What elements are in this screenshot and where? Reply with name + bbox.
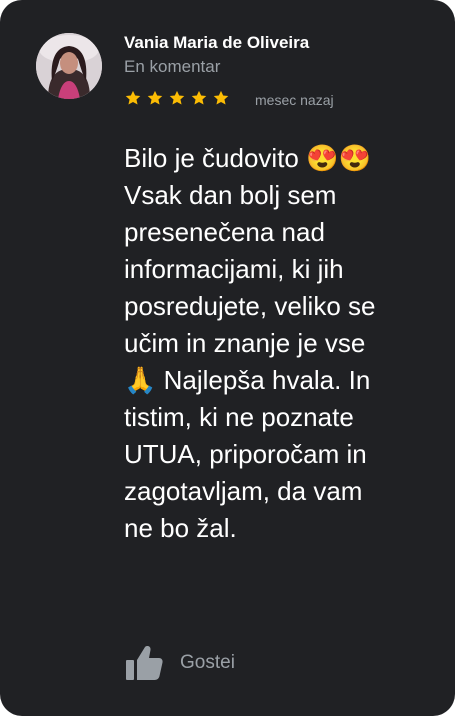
avatar-photo bbox=[36, 33, 102, 99]
star-icon bbox=[212, 89, 230, 107]
star-icon bbox=[124, 89, 142, 107]
star-rating bbox=[124, 89, 230, 107]
review-text: Bilo je čudovito 😍😍 Vsak dan bolj sem pr… bbox=[124, 143, 376, 543]
review-count: En komentar bbox=[124, 57, 221, 76]
like-button-label[interactable]: Gostei bbox=[180, 652, 235, 674]
thumbs-up-icon[interactable] bbox=[125, 645, 163, 681]
author-name[interactable]: Vania Maria de Oliveira bbox=[124, 33, 309, 53]
star-icon bbox=[190, 89, 208, 107]
review-card: Vania Maria de Oliveira En komentar mese… bbox=[0, 0, 455, 716]
avatar[interactable] bbox=[36, 33, 102, 99]
review-time: mesec nazaj bbox=[255, 92, 334, 108]
star-icon bbox=[146, 89, 164, 107]
star-icon bbox=[168, 89, 186, 107]
